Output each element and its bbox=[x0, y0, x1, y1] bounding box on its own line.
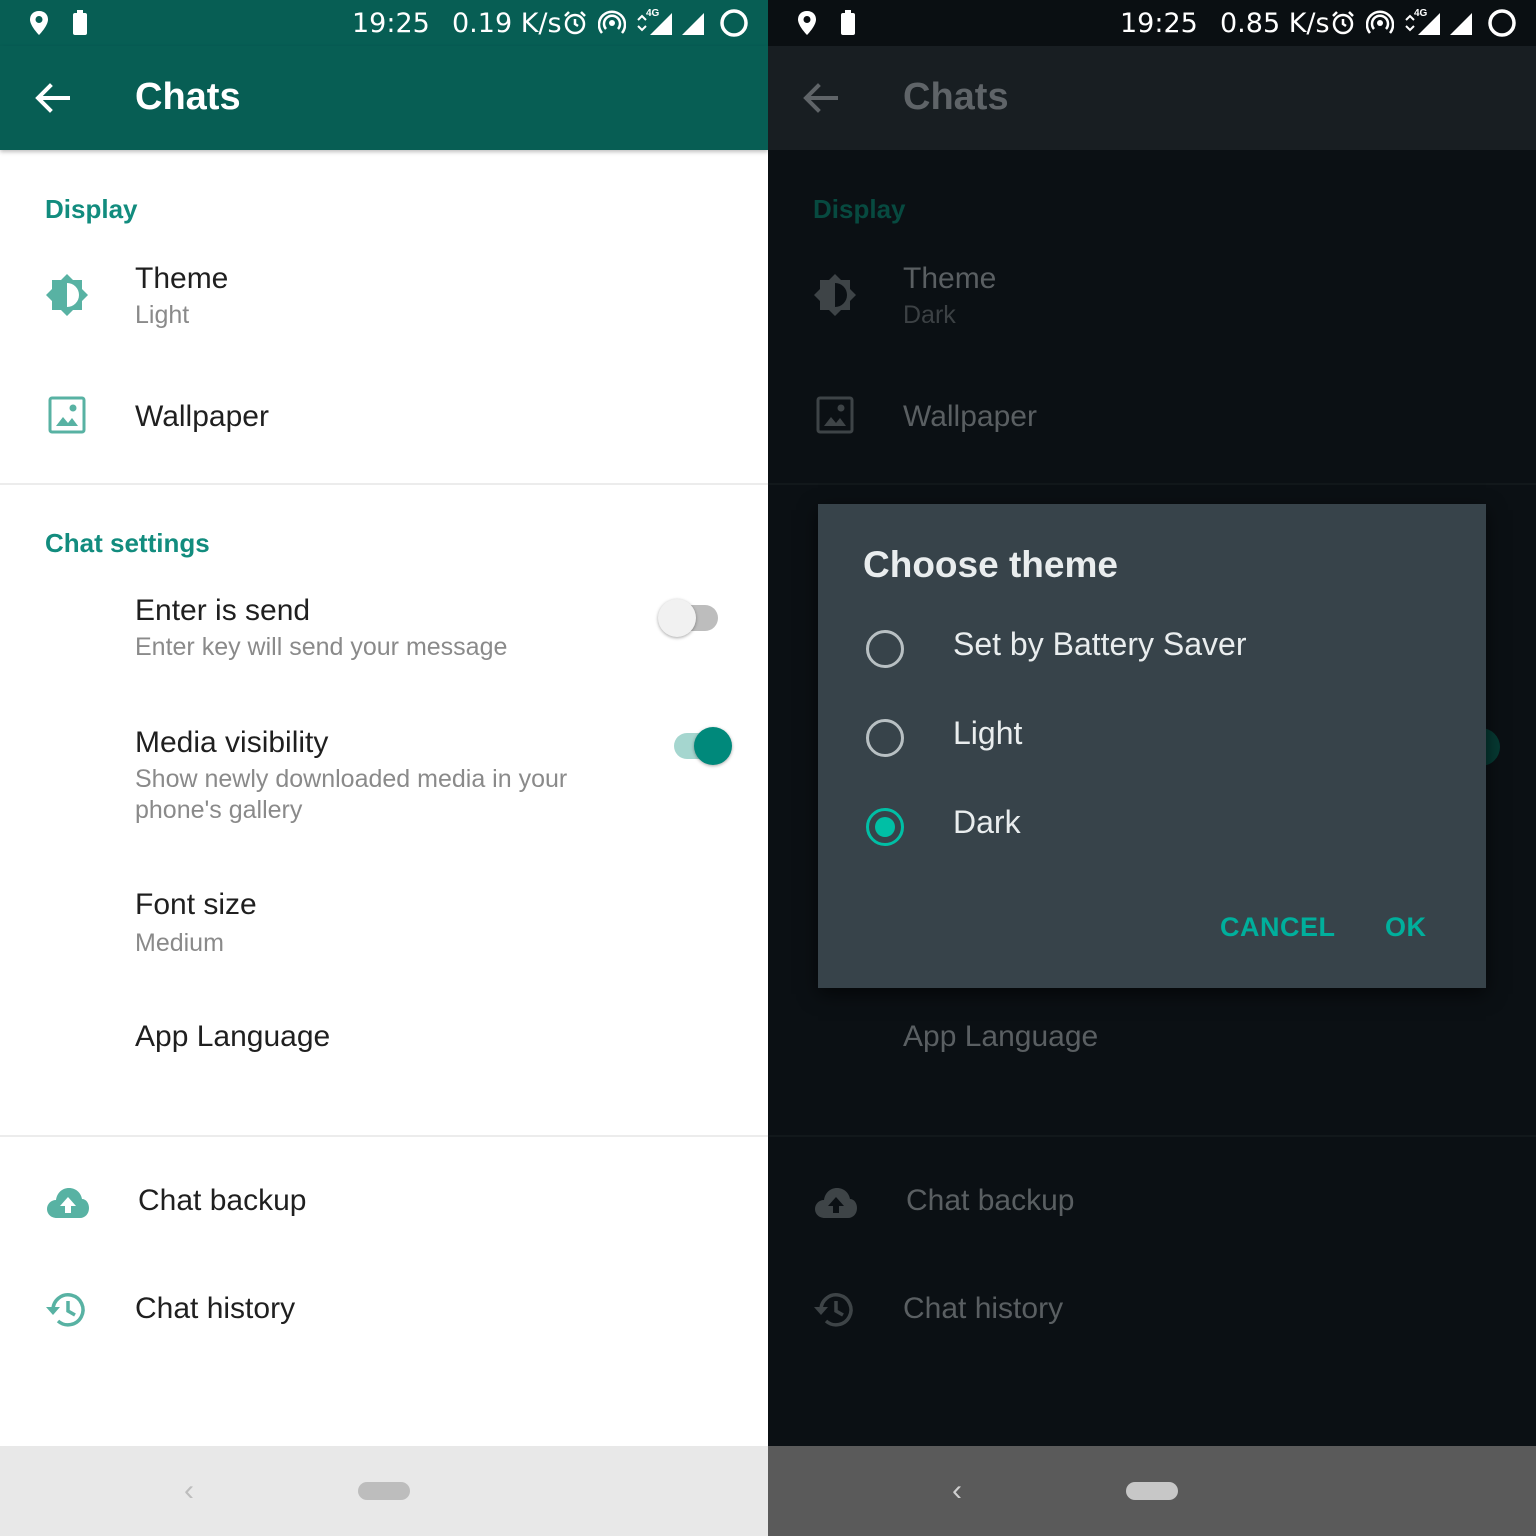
circle-status-icon bbox=[720, 9, 748, 37]
wallpaper-setting[interactable]: Wallpaper bbox=[768, 378, 1536, 458]
hotspot-icon bbox=[598, 10, 626, 34]
chat-history-title: Chat history bbox=[903, 1292, 1064, 1325]
battery-icon bbox=[73, 10, 87, 35]
media-visibility-toggle[interactable] bbox=[672, 726, 736, 766]
status-time: 19:25 bbox=[1120, 8, 1198, 39]
brightness-icon bbox=[814, 274, 856, 316]
enter-is-send-title: Enter is send bbox=[135, 594, 311, 627]
page-title: Chats bbox=[135, 76, 241, 118]
navigation-bar: ‹ bbox=[768, 1446, 1536, 1536]
theme-setting[interactable]: Theme Dark bbox=[768, 248, 1536, 344]
chat-backup-title: Chat backup bbox=[906, 1184, 1075, 1217]
circle-status-icon bbox=[1488, 9, 1516, 37]
dark-theme-screen: 19:25 0.85 K/s 4G Chats Display Theme Da… bbox=[768, 0, 1536, 1536]
location-icon bbox=[798, 11, 816, 35]
theme-option-dark[interactable]: Dark bbox=[818, 784, 1486, 864]
section-divider bbox=[768, 1135, 1536, 1137]
wallpaper-icon bbox=[48, 396, 86, 434]
app-language-title: App Language bbox=[135, 1020, 331, 1053]
cancel-button[interactable]: CANCEL bbox=[1220, 912, 1336, 943]
toggle-thumb bbox=[694, 727, 732, 765]
chat-backup-setting[interactable]: Chat backup bbox=[0, 1164, 768, 1244]
section-divider bbox=[0, 483, 768, 485]
chat-history-title: Chat history bbox=[135, 1292, 296, 1325]
app-language-title: App Language bbox=[903, 1020, 1099, 1053]
toggle-thumb bbox=[658, 599, 696, 637]
enter-is-send-toggle[interactable] bbox=[658, 598, 720, 638]
hotspot-icon bbox=[1366, 10, 1394, 34]
wallpaper-title: Wallpaper bbox=[903, 400, 1037, 433]
chat-backup-title: Chat backup bbox=[138, 1184, 307, 1217]
font-size-value: Medium bbox=[135, 929, 224, 957]
theme-title: Theme bbox=[135, 262, 229, 295]
wallpaper-setting[interactable]: Wallpaper bbox=[0, 378, 768, 458]
status-time: 19:25 bbox=[352, 8, 430, 39]
radio-button[interactable] bbox=[866, 630, 904, 668]
section-header-chat-settings: Chat settings bbox=[45, 528, 210, 558]
font-size-title: Font size bbox=[135, 888, 257, 921]
section-header-display: Display bbox=[45, 194, 138, 224]
app-language-setting[interactable]: App Language bbox=[0, 1000, 768, 1080]
section-divider bbox=[768, 483, 1536, 485]
wallpaper-title: Wallpaper bbox=[135, 400, 269, 433]
section-divider bbox=[0, 1135, 768, 1137]
navigation-bar: ‹ bbox=[0, 1446, 768, 1536]
signal-icon bbox=[637, 13, 704, 35]
radio-button-selected[interactable] bbox=[866, 808, 904, 846]
enter-is-send-setting[interactable]: Enter is send Enter key will send your m… bbox=[0, 580, 768, 676]
status-bar: 19:25 0.19 K/s 4G bbox=[0, 0, 768, 46]
cloud-upload-icon bbox=[815, 1188, 857, 1218]
option-label: Set by Battery Saver bbox=[953, 626, 1247, 662]
history-icon bbox=[46, 1293, 85, 1327]
page-title: Chats bbox=[903, 76, 1009, 118]
wallpaper-icon bbox=[816, 396, 854, 434]
media-visibility-title: Media visibility bbox=[135, 726, 329, 759]
light-theme-screen: 19:25 0.19 K/s 4G Chats Display Theme Li… bbox=[0, 0, 768, 1536]
status-network-speed: 0.19 K/s bbox=[452, 8, 562, 39]
app-language-setting[interactable]: App Language bbox=[768, 1000, 1536, 1080]
nav-back-button[interactable]: ‹ bbox=[952, 1474, 962, 1508]
font-size-setting[interactable]: Font size Medium bbox=[0, 876, 768, 972]
brightness-icon bbox=[46, 274, 88, 316]
back-arrow-icon[interactable] bbox=[34, 82, 72, 114]
section-header-display: Display bbox=[813, 194, 906, 224]
status-bar: 19:25 0.85 K/s 4G bbox=[768, 0, 1536, 46]
radio-button[interactable] bbox=[866, 719, 904, 757]
alarm-icon bbox=[1332, 11, 1354, 35]
theme-option-light[interactable]: Light bbox=[818, 695, 1486, 775]
theme-title: Theme bbox=[903, 262, 997, 295]
theme-setting[interactable]: Theme Light bbox=[0, 248, 768, 344]
dialog-title: Choose theme bbox=[863, 544, 1118, 585]
signal-icon bbox=[1405, 13, 1472, 35]
chat-history-setting[interactable]: Chat history bbox=[0, 1270, 768, 1350]
app-bar: Chats bbox=[768, 46, 1536, 150]
battery-icon bbox=[841, 10, 855, 35]
nav-back-button[interactable]: ‹ bbox=[184, 1474, 194, 1508]
alarm-icon bbox=[564, 11, 586, 35]
ok-button[interactable]: OK bbox=[1385, 912, 1427, 943]
theme-value: Dark bbox=[903, 301, 956, 329]
option-label: Dark bbox=[953, 804, 1021, 840]
location-icon bbox=[30, 11, 48, 35]
back-arrow-icon[interactable] bbox=[802, 82, 840, 114]
status-network-speed: 0.85 K/s bbox=[1220, 8, 1330, 39]
theme-value: Light bbox=[135, 301, 190, 329]
media-visibility-setting[interactable]: Media visibility Show newly downloaded m… bbox=[0, 712, 768, 838]
nav-home-pill[interactable] bbox=[358, 1482, 410, 1500]
app-bar: Chats bbox=[0, 46, 768, 150]
cloud-upload-icon bbox=[47, 1188, 89, 1218]
chat-backup-setting[interactable]: Chat backup bbox=[768, 1164, 1536, 1244]
media-visibility-description: Show newly downloaded media in your phon… bbox=[135, 765, 568, 824]
nav-home-pill[interactable] bbox=[1126, 1482, 1178, 1500]
option-label: Light bbox=[953, 715, 1023, 751]
theme-option-battery-saver[interactable]: Set by Battery Saver bbox=[818, 606, 1486, 686]
choose-theme-dialog: Choose theme Set by Battery Saver Light … bbox=[818, 504, 1486, 988]
history-icon bbox=[814, 1293, 853, 1327]
chat-history-setting[interactable]: Chat history bbox=[768, 1270, 1536, 1350]
enter-is-send-description: Enter key will send your message bbox=[135, 633, 508, 661]
